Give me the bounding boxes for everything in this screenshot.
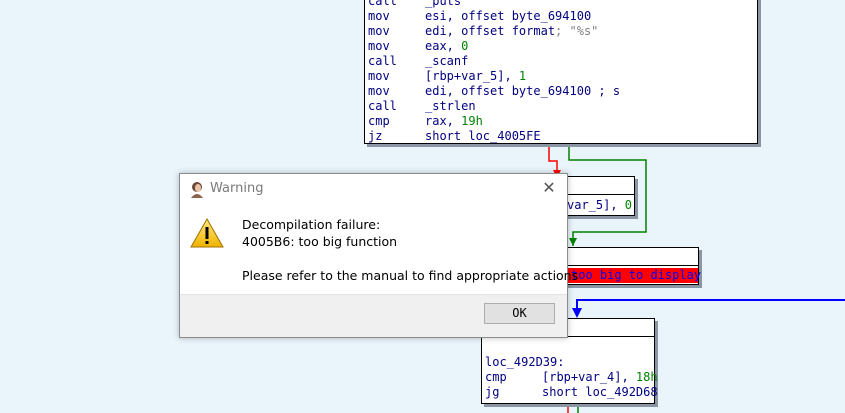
- node-header: [563, 248, 698, 266]
- asm-line[interactable]: mov esi, offset byte_694100: [368, 9, 757, 24]
- asm-mnemonic: jg: [485, 385, 500, 399]
- warning-dialog[interactable]: Warning ✕ Decompilation failure: 4005B6:…: [179, 173, 578, 338]
- asm-line[interactable]: cmp [rbp+var_4], 18h: [485, 370, 658, 385]
- asm-line[interactable]: jz short loc_4005FE: [368, 129, 757, 144]
- asm-immediate: 1: [518, 69, 527, 83]
- asm-operands: edi, offset format: [425, 24, 556, 38]
- asm-mnemonic: mov: [368, 9, 390, 23]
- asm-immediate: 18h: [635, 370, 658, 384]
- dialog-titlebar[interactable]: Warning ✕: [180, 174, 567, 204]
- asm-mnemonic: cmp: [368, 114, 390, 128]
- close-icon[interactable]: ✕: [539, 178, 559, 198]
- asm-mnemonic: jz: [368, 129, 383, 143]
- dialog-title: Warning: [210, 181, 264, 196]
- asm-line[interactable]: mov [rbp+var_5], 1: [368, 69, 757, 84]
- asm-operands: _scanf: [425, 54, 469, 68]
- asm-mnemonic: call: [368, 0, 397, 8]
- asm-comment: ; "%s": [555, 24, 599, 38]
- dialog-footer: OK: [180, 294, 567, 337]
- error-text: too big to display: [563, 268, 701, 283]
- arrow-green-head: [569, 238, 577, 246]
- asm-operands: edi, offset byte_694100 ; s: [425, 84, 621, 98]
- asm-line[interactable]: call _strlen: [368, 99, 757, 114]
- loc-label: loc_492D39:: [485, 355, 654, 370]
- edge-blue-loop: [576, 299, 845, 316]
- code-block-error[interactable]: too big to display: [562, 247, 701, 285]
- asm-line[interactable]: mov edi, offset format; "%s": [368, 24, 757, 39]
- asm-line[interactable]: mov eax, 0: [368, 39, 757, 54]
- ok-button[interactable]: OK: [484, 303, 555, 324]
- asm-operands: rax,: [425, 114, 462, 128]
- asm-line[interactable]: call _puts: [368, 0, 757, 9]
- code-lines: cmp [rbp+var_4], 18h jg short loc_492D68: [485, 370, 658, 400]
- asm-operands: eax,: [425, 39, 462, 53]
- asm-operands: _strlen: [425, 99, 476, 113]
- asm-operands: short loc_492D68: [542, 385, 658, 399]
- warning-icon: [190, 218, 224, 248]
- mid-fragment-num: 0: [624, 198, 633, 212]
- asm-mnemonic: call: [368, 54, 397, 68]
- asm-mnemonic: cmp: [485, 370, 507, 384]
- code-block-mid[interactable]: var_5], 0: [560, 176, 635, 216]
- asm-line[interactable]: mov edi, offset byte_694100 ; s: [368, 84, 757, 99]
- message-line-3: Please refer to the manual to find appro…: [242, 268, 579, 283]
- message-line-2: 4005B6: too big function: [242, 234, 398, 249]
- ida-app-icon: [191, 182, 203, 198]
- node-header: [561, 177, 634, 195]
- message-line-1: Decompilation failure:: [242, 217, 381, 232]
- loc-label-text: loc_492D39:: [485, 355, 565, 369]
- code-lines: call _puts mov esi, offset byte_694100 mov ed…: [368, 0, 757, 144]
- arrow-blue-head: [572, 308, 582, 318]
- asm-mnemonic: mov: [368, 69, 390, 83]
- asm-immediate: 0: [461, 39, 469, 53]
- mid-fragment: var_5],: [567, 198, 625, 212]
- asm-mnemonic: call: [368, 99, 397, 113]
- code-block-top[interactable]: call _puts mov esi, offset byte_694100 mov ed…: [364, 0, 758, 144]
- asm-mnemonic: mov: [368, 84, 390, 98]
- asm-operands: [rbp+var_4],: [542, 370, 636, 384]
- asm-operands: esi, offset byte_694100: [425, 9, 592, 23]
- asm-line[interactable]: jg short loc_492D68: [485, 385, 658, 400]
- asm-operands: _puts: [425, 0, 462, 8]
- asm-line[interactable]: call _scanf: [368, 54, 757, 69]
- asm-immediate: 19h: [461, 114, 483, 128]
- asm-operands: short loc_4005FE: [425, 129, 541, 143]
- asm-mnemonic: mov: [368, 24, 390, 38]
- asm-mnemonic: mov: [368, 39, 390, 53]
- asm-line[interactable]: cmp rax, 19h: [368, 114, 757, 129]
- asm-operands: [rbp+var_5],: [425, 69, 519, 83]
- mid-line: var_5], 0: [561, 198, 634, 213]
